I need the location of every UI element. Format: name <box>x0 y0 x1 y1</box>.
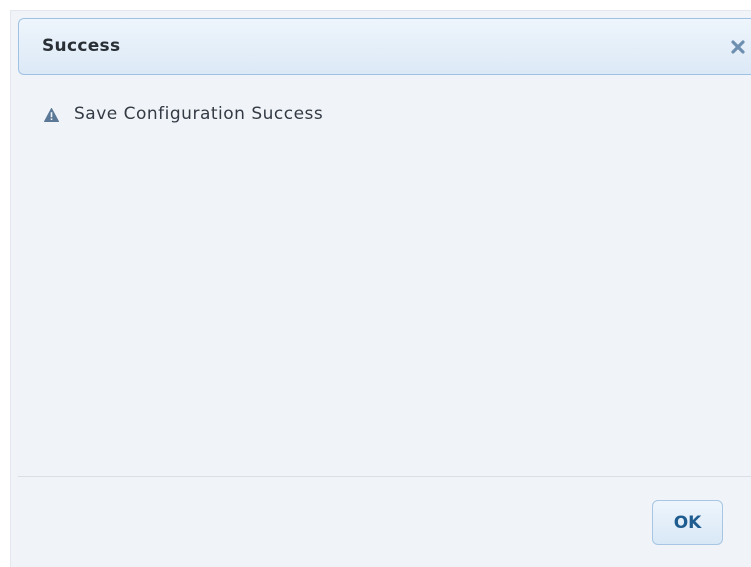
dialog-titlebar: Success <box>18 18 751 75</box>
success-dialog: Success Save Configuration Success OK <box>10 10 751 567</box>
warning-triangle-icon <box>44 107 59 122</box>
footer-divider <box>18 476 751 477</box>
close-icon[interactable] <box>730 39 746 55</box>
message-row: Save Configuration Success <box>44 103 323 125</box>
dialog-title: Success <box>42 36 121 56</box>
ok-button[interactable]: OK <box>652 500 723 545</box>
message-text: Save Configuration Success <box>74 104 324 124</box>
